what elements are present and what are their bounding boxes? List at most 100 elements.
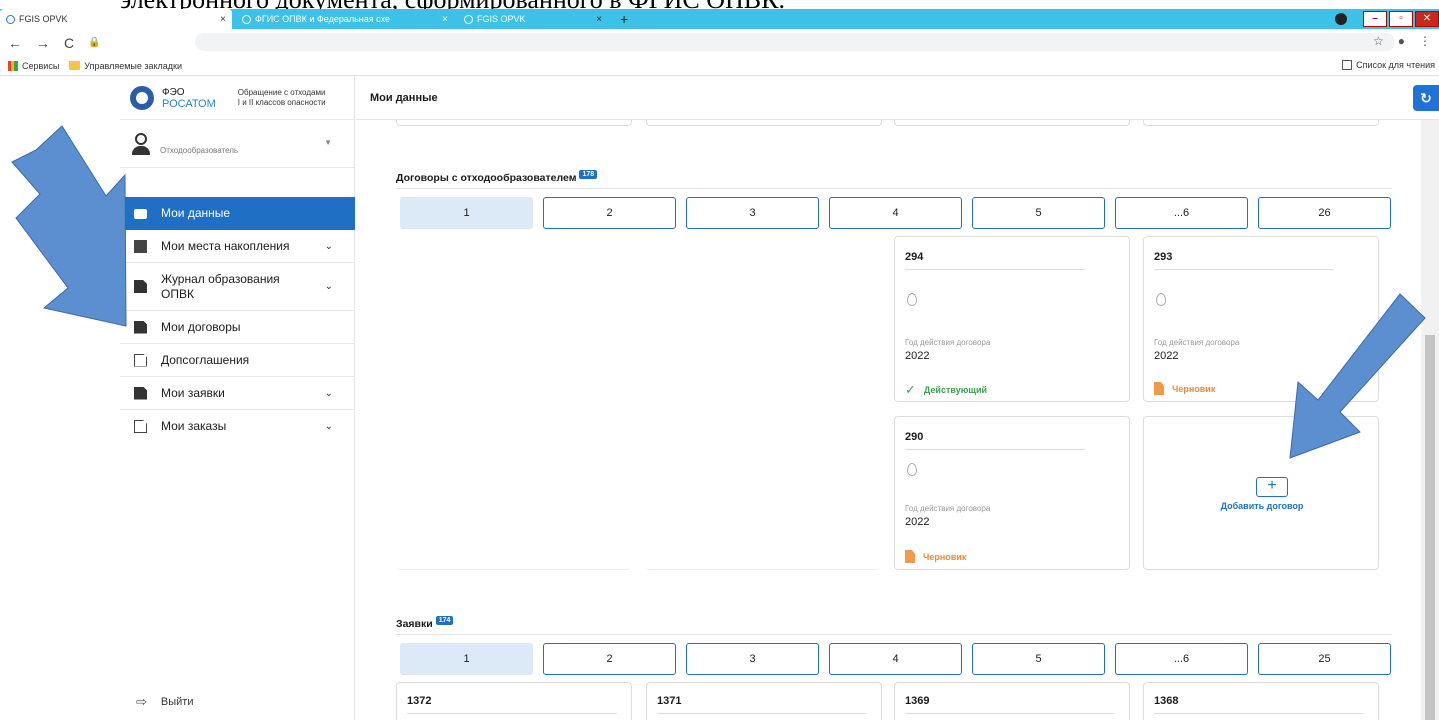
contract-number: 293 bbox=[1154, 251, 1173, 263]
page-button[interactable]: ...6 bbox=[1115, 643, 1248, 675]
page-button[interactable]: 1 bbox=[400, 197, 533, 229]
page-header: Мои данные ↻ bbox=[356, 77, 1439, 120]
sidebar-item-my-requests[interactable]: Мои заявки ⌄ bbox=[120, 377, 355, 410]
contracts-section-title: Договоры с отходообразователем 178 bbox=[396, 169, 598, 184]
reading-list-icon bbox=[1342, 60, 1353, 70]
page-button[interactable]: 5 bbox=[972, 643, 1105, 675]
status-badge: ✓ Действующий bbox=[905, 382, 987, 398]
close-window-button[interactable]: ✕ bbox=[1415, 11, 1439, 27]
year-value: 2022 bbox=[905, 516, 930, 528]
sidebar-item-addenda[interactable]: Допсоглашения bbox=[120, 344, 355, 377]
logout-label: Выйти bbox=[160, 696, 194, 708]
sidebar-item-label: Мои данные bbox=[161, 206, 231, 220]
sidebar: ФЭО РОСАТОМ Обращение с отходами I и II … bbox=[120, 77, 355, 720]
logo[interactable]: ФЭО РОСАТОМ Обращение с отходами I и II … bbox=[120, 77, 354, 120]
favicon-icon bbox=[464, 14, 473, 24]
add-contract-button[interactable]: + Добавить договор bbox=[1143, 416, 1379, 570]
count-badge: 174 bbox=[435, 615, 454, 625]
request-card[interactable]: 1371 bbox=[646, 682, 882, 720]
page-button[interactable]: 5 bbox=[972, 197, 1105, 229]
browser-tab-3[interactable]: FGIS OPVK × bbox=[458, 9, 608, 29]
sidebar-item-journal[interactable]: Журнал образования ОПВК ⌄ bbox=[120, 263, 355, 311]
request-number: 1371 bbox=[657, 695, 682, 707]
document-icon bbox=[134, 386, 147, 400]
sidebar-item-my-orders[interactable]: Мои заказы ⌄ bbox=[120, 410, 355, 443]
page-button[interactable]: 2 bbox=[543, 197, 676, 229]
contract-card[interactable]: 294 Год действия договора 2022 ✓ Действу… bbox=[894, 236, 1130, 402]
sidebar-item-label: Допсоглашения bbox=[161, 352, 250, 367]
requests-section-title: Заявки 174 bbox=[396, 615, 454, 630]
request-card[interactable]: 1368 bbox=[1143, 682, 1379, 720]
maximize-button[interactable]: ▫ bbox=[1389, 11, 1413, 27]
request-card[interactable]: 1372 bbox=[396, 682, 632, 720]
page-button[interactable]: 4 bbox=[829, 197, 962, 229]
folder-icon bbox=[69, 61, 81, 70]
bookmark-managed[interactable]: Управляемые закладки bbox=[69, 61, 182, 71]
reading-list-button[interactable]: Список для чтения bbox=[1342, 60, 1435, 70]
tab-close-icon[interactable]: × bbox=[442, 14, 448, 25]
section-title-text: Договоры с отходообразователем bbox=[396, 172, 577, 184]
section-divider bbox=[396, 188, 1392, 189]
empty-card-slot bbox=[646, 416, 880, 570]
chevron-down-icon: ⌄ bbox=[324, 240, 333, 252]
profile-icon[interactable]: ● bbox=[1398, 34, 1405, 48]
rosatom-logo-icon bbox=[130, 86, 154, 110]
user-switcher[interactable]: Отходообразователь ▼ bbox=[120, 120, 354, 168]
plus-icon: + bbox=[620, 11, 629, 27]
reading-list-label: Список для чтения bbox=[1356, 60, 1435, 70]
year-value: 2022 bbox=[1154, 350, 1179, 362]
browser-tab-2[interactable]: ФГИС ОПВК и Федеральная схе × bbox=[236, 9, 454, 29]
logo-subtitle-line: I и II классов опасности bbox=[237, 98, 326, 107]
page-button[interactable]: 1 bbox=[400, 643, 533, 675]
sidebar-item-storage-places[interactable]: Мои места накопления ⌄ bbox=[120, 230, 355, 263]
request-number: 1368 bbox=[1154, 695, 1179, 707]
contract-card[interactable]: 290 Год действия договора 2022 Черновик bbox=[894, 416, 1130, 570]
previous-section-cards bbox=[396, 120, 1379, 126]
sidebar-item-my-data[interactable]: Мои данные bbox=[120, 197, 355, 230]
forward-icon[interactable]: → bbox=[36, 35, 50, 51]
page-button[interactable]: 4 bbox=[829, 643, 962, 675]
tab-close-icon[interactable]: × bbox=[596, 14, 602, 25]
section-title-text: Заявки bbox=[396, 618, 433, 630]
caret-down-icon[interactable]: ▼ bbox=[324, 138, 332, 147]
sidebar-item-label: Мои заказы bbox=[161, 419, 227, 433]
logout-button[interactable]: ⇨ Выйти bbox=[136, 694, 193, 710]
bookmark-services[interactable]: Сервисы bbox=[8, 60, 59, 71]
back-icon[interactable]: ← bbox=[8, 35, 22, 51]
extension-icon[interactable] bbox=[1335, 13, 1347, 25]
logo-text: ФЭО РОСАТОМ bbox=[162, 87, 216, 110]
scrollbar-thumb[interactable] bbox=[1425, 335, 1435, 720]
page-button[interactable]: ...6 bbox=[1115, 197, 1248, 229]
page-button[interactable]: 26 bbox=[1258, 197, 1391, 229]
page-button[interactable]: 3 bbox=[686, 197, 819, 229]
page-title: Мои данные bbox=[370, 92, 438, 104]
menu-kebab-icon[interactable]: ⋮ bbox=[1419, 34, 1431, 48]
minimize-button[interactable]: – bbox=[1363, 11, 1387, 27]
browser-tab-1[interactable]: FGIS OPVK × bbox=[0, 9, 232, 29]
favicon-icon bbox=[6, 14, 15, 24]
apps-icon bbox=[8, 60, 18, 71]
tab-close-icon[interactable]: × bbox=[220, 14, 226, 25]
page-button[interactable]: 3 bbox=[686, 643, 819, 675]
draft-document-icon bbox=[1154, 382, 1164, 395]
scrollbar[interactable] bbox=[1421, 120, 1439, 720]
url-input[interactable] bbox=[195, 33, 1395, 51]
page-button[interactable]: 25 bbox=[1258, 643, 1391, 675]
address-bar-row: ← → C 🔒 ☆ ● ⋮ bbox=[0, 29, 1439, 56]
add-contract-label: Добавить договор bbox=[1220, 501, 1304, 511]
folder-icon bbox=[134, 208, 147, 219]
refresh-button[interactable]: ↻ bbox=[1413, 85, 1439, 111]
sidebar-item-label: Мои места накопления bbox=[161, 238, 290, 253]
bookmark-star-icon[interactable]: ☆ bbox=[1373, 34, 1384, 48]
contract-card[interactable]: 293 Год действия договора 2022 Черновик bbox=[1143, 236, 1379, 402]
new-tab-button[interactable]: + bbox=[614, 9, 634, 29]
lock-icon: 🔒 bbox=[88, 37, 101, 48]
logo-subtitle-line: Обращение с отходами bbox=[237, 88, 326, 97]
page-button[interactable]: 2 bbox=[543, 643, 676, 675]
reload-icon[interactable]: C bbox=[64, 35, 74, 51]
sidebar-item-label: Журнал образования ОПВК bbox=[161, 271, 280, 301]
request-card[interactable]: 1369 bbox=[894, 682, 1130, 720]
sidebar-menu: Мои данные Мои места накопления ⌄ Журнал… bbox=[120, 197, 355, 443]
sidebar-item-my-contracts[interactable]: Мои договоры bbox=[120, 311, 355, 344]
window-controls: – ▫ ✕ bbox=[1335, 9, 1439, 29]
